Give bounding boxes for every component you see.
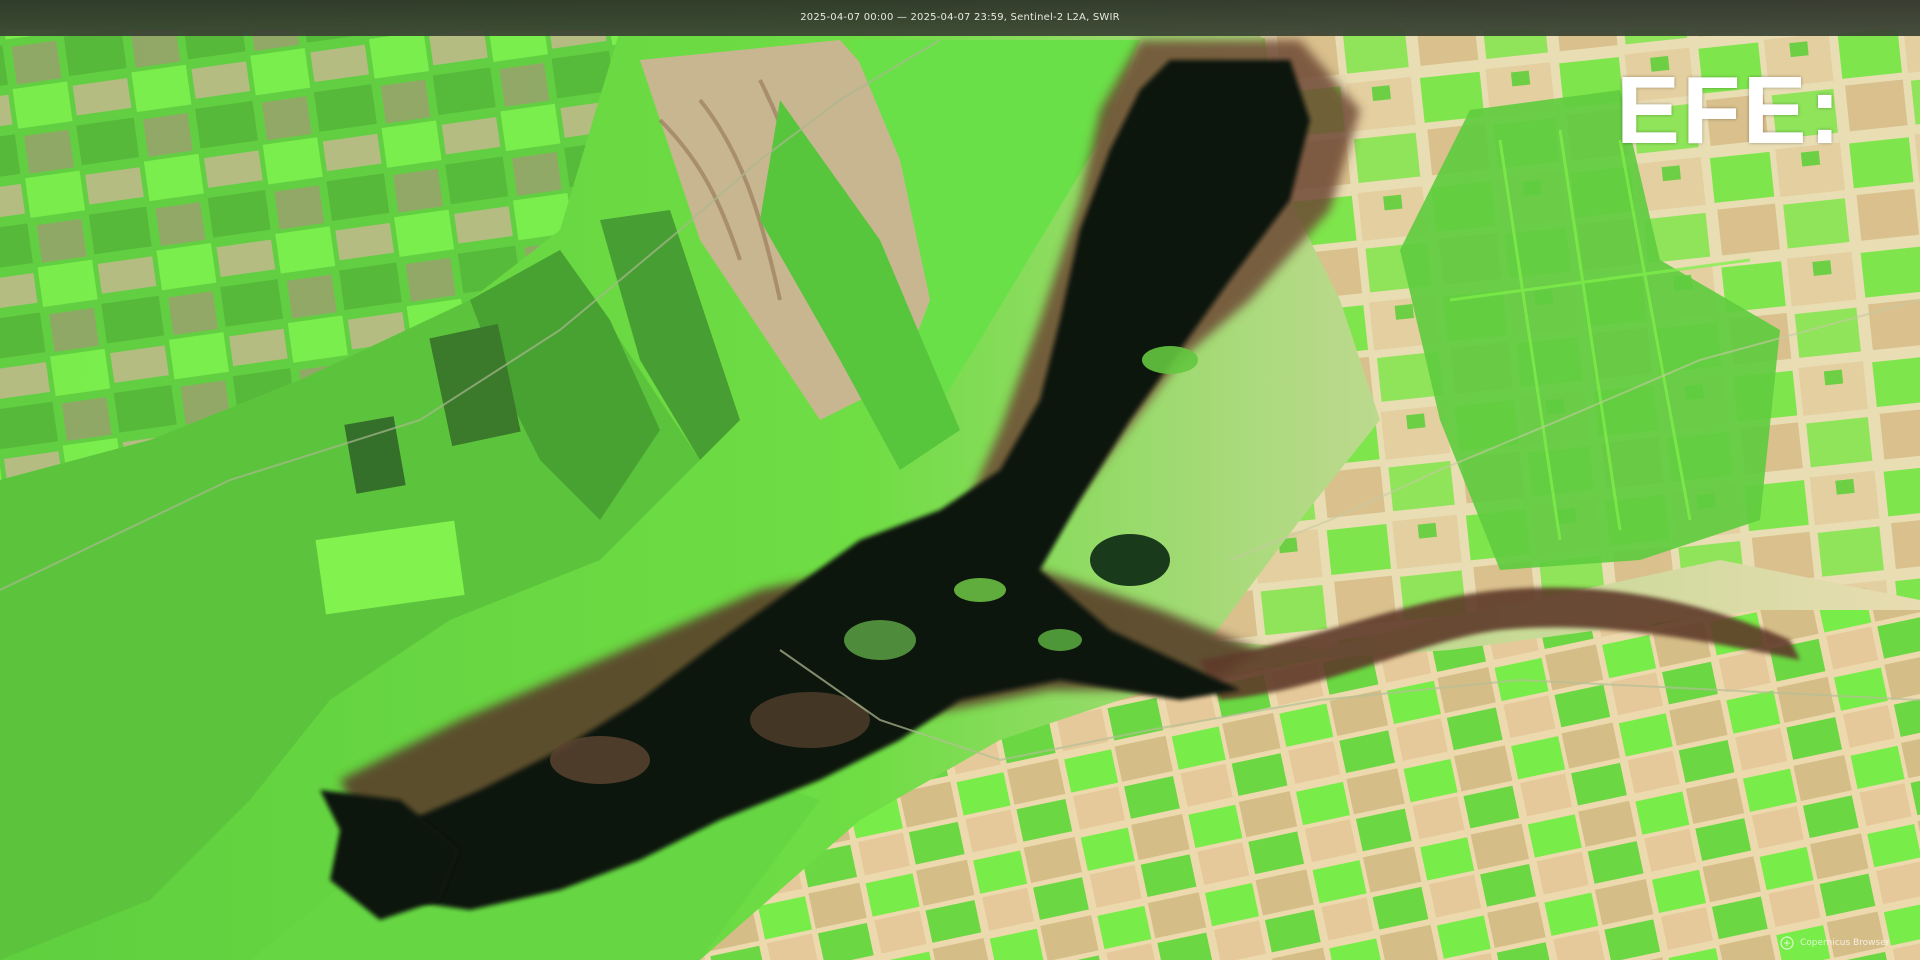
island-7 xyxy=(1038,629,1082,651)
island-5 xyxy=(550,736,650,784)
island-1 xyxy=(1142,346,1198,374)
copernicus-logo-icon xyxy=(1780,936,1794,950)
copernicus-credit: Copernicus Browser xyxy=(1780,932,1889,954)
island-6 xyxy=(954,578,1006,602)
satellite-image-frame: 2025-04-07 00:00 — 2025-04-07 23:59, Sen… xyxy=(0,0,1920,960)
efe-logo: EFE: xyxy=(1616,57,1843,164)
island-3 xyxy=(844,620,916,660)
island-2 xyxy=(1090,534,1170,586)
acquisition-caption: 2025-04-07 00:00 — 2025-04-07 23:59, Sen… xyxy=(800,12,1120,23)
credit-text: Copernicus Browser xyxy=(1800,938,1890,948)
